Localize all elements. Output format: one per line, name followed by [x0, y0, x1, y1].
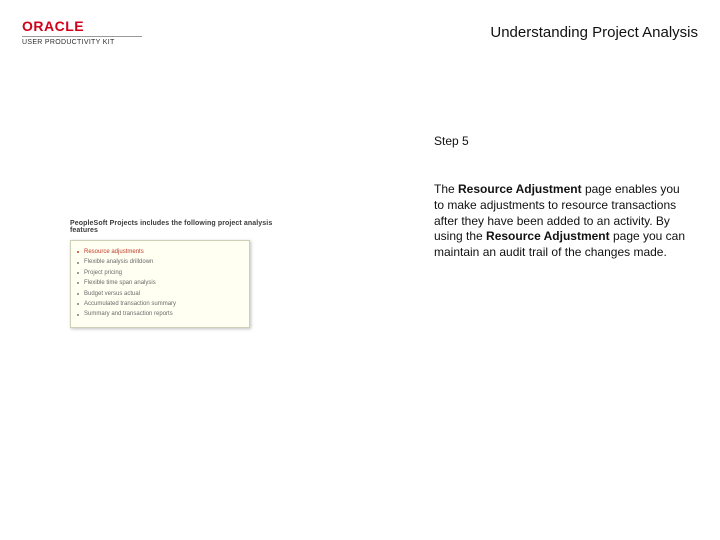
list-item: Budget versus actual — [77, 290, 243, 298]
bullet-icon — [77, 262, 79, 264]
thumbnail-heading: PeopleSoft Projects includes the followi… — [70, 220, 280, 234]
brand-subline: USER PRODUCTIVITY KIT — [22, 39, 142, 46]
brand-divider — [22, 36, 142, 37]
text-run: The — [434, 182, 458, 196]
text-bold: Resource Adjustment — [486, 229, 610, 243]
list-item: Summary and transaction reports — [77, 310, 243, 318]
list-item-label: Accumulated transaction summary — [84, 300, 176, 308]
list-item-label: Project pricing — [84, 269, 122, 277]
text-bold: Resource Adjustment — [458, 182, 582, 196]
slide-thumbnail: PeopleSoft Projects includes the followi… — [70, 220, 280, 330]
brand-word: ORACLE — [22, 18, 142, 34]
bullet-icon — [77, 293, 79, 295]
list-item: Flexible time span analysis — [77, 279, 243, 287]
bullet-icon — [77, 282, 79, 284]
bullet-icon — [77, 314, 79, 316]
list-item: Flexible analysis drilldown — [77, 258, 243, 266]
brand-logo: ORACLE USER PRODUCTIVITY KIT — [22, 18, 142, 46]
thumbnail-card: Resource adjustments Flexible analysis d… — [70, 240, 250, 328]
step-body: The Resource Adjustment page enables you… — [434, 182, 692, 261]
list-item-label: Budget versus actual — [84, 290, 140, 298]
list-item-label: Flexible time span analysis — [84, 279, 156, 287]
step-label: Step 5 — [434, 134, 692, 148]
list-item-label: Summary and transaction reports — [84, 310, 173, 318]
page-title: Understanding Project Analysis — [490, 24, 698, 41]
list-item-label: Flexible analysis drilldown — [84, 258, 153, 266]
bullet-icon — [77, 272, 79, 274]
list-item-label: Resource adjustments — [84, 248, 144, 256]
list-item: Project pricing — [77, 269, 243, 277]
list-item: Resource adjustments — [77, 248, 243, 256]
instruction-panel: Step 5 The Resource Adjustment page enab… — [434, 134, 692, 261]
bullet-icon — [77, 251, 79, 253]
header: ORACLE USER PRODUCTIVITY KIT Understandi… — [22, 18, 698, 58]
list-item: Accumulated transaction summary — [77, 300, 243, 308]
bullet-icon — [77, 303, 79, 305]
